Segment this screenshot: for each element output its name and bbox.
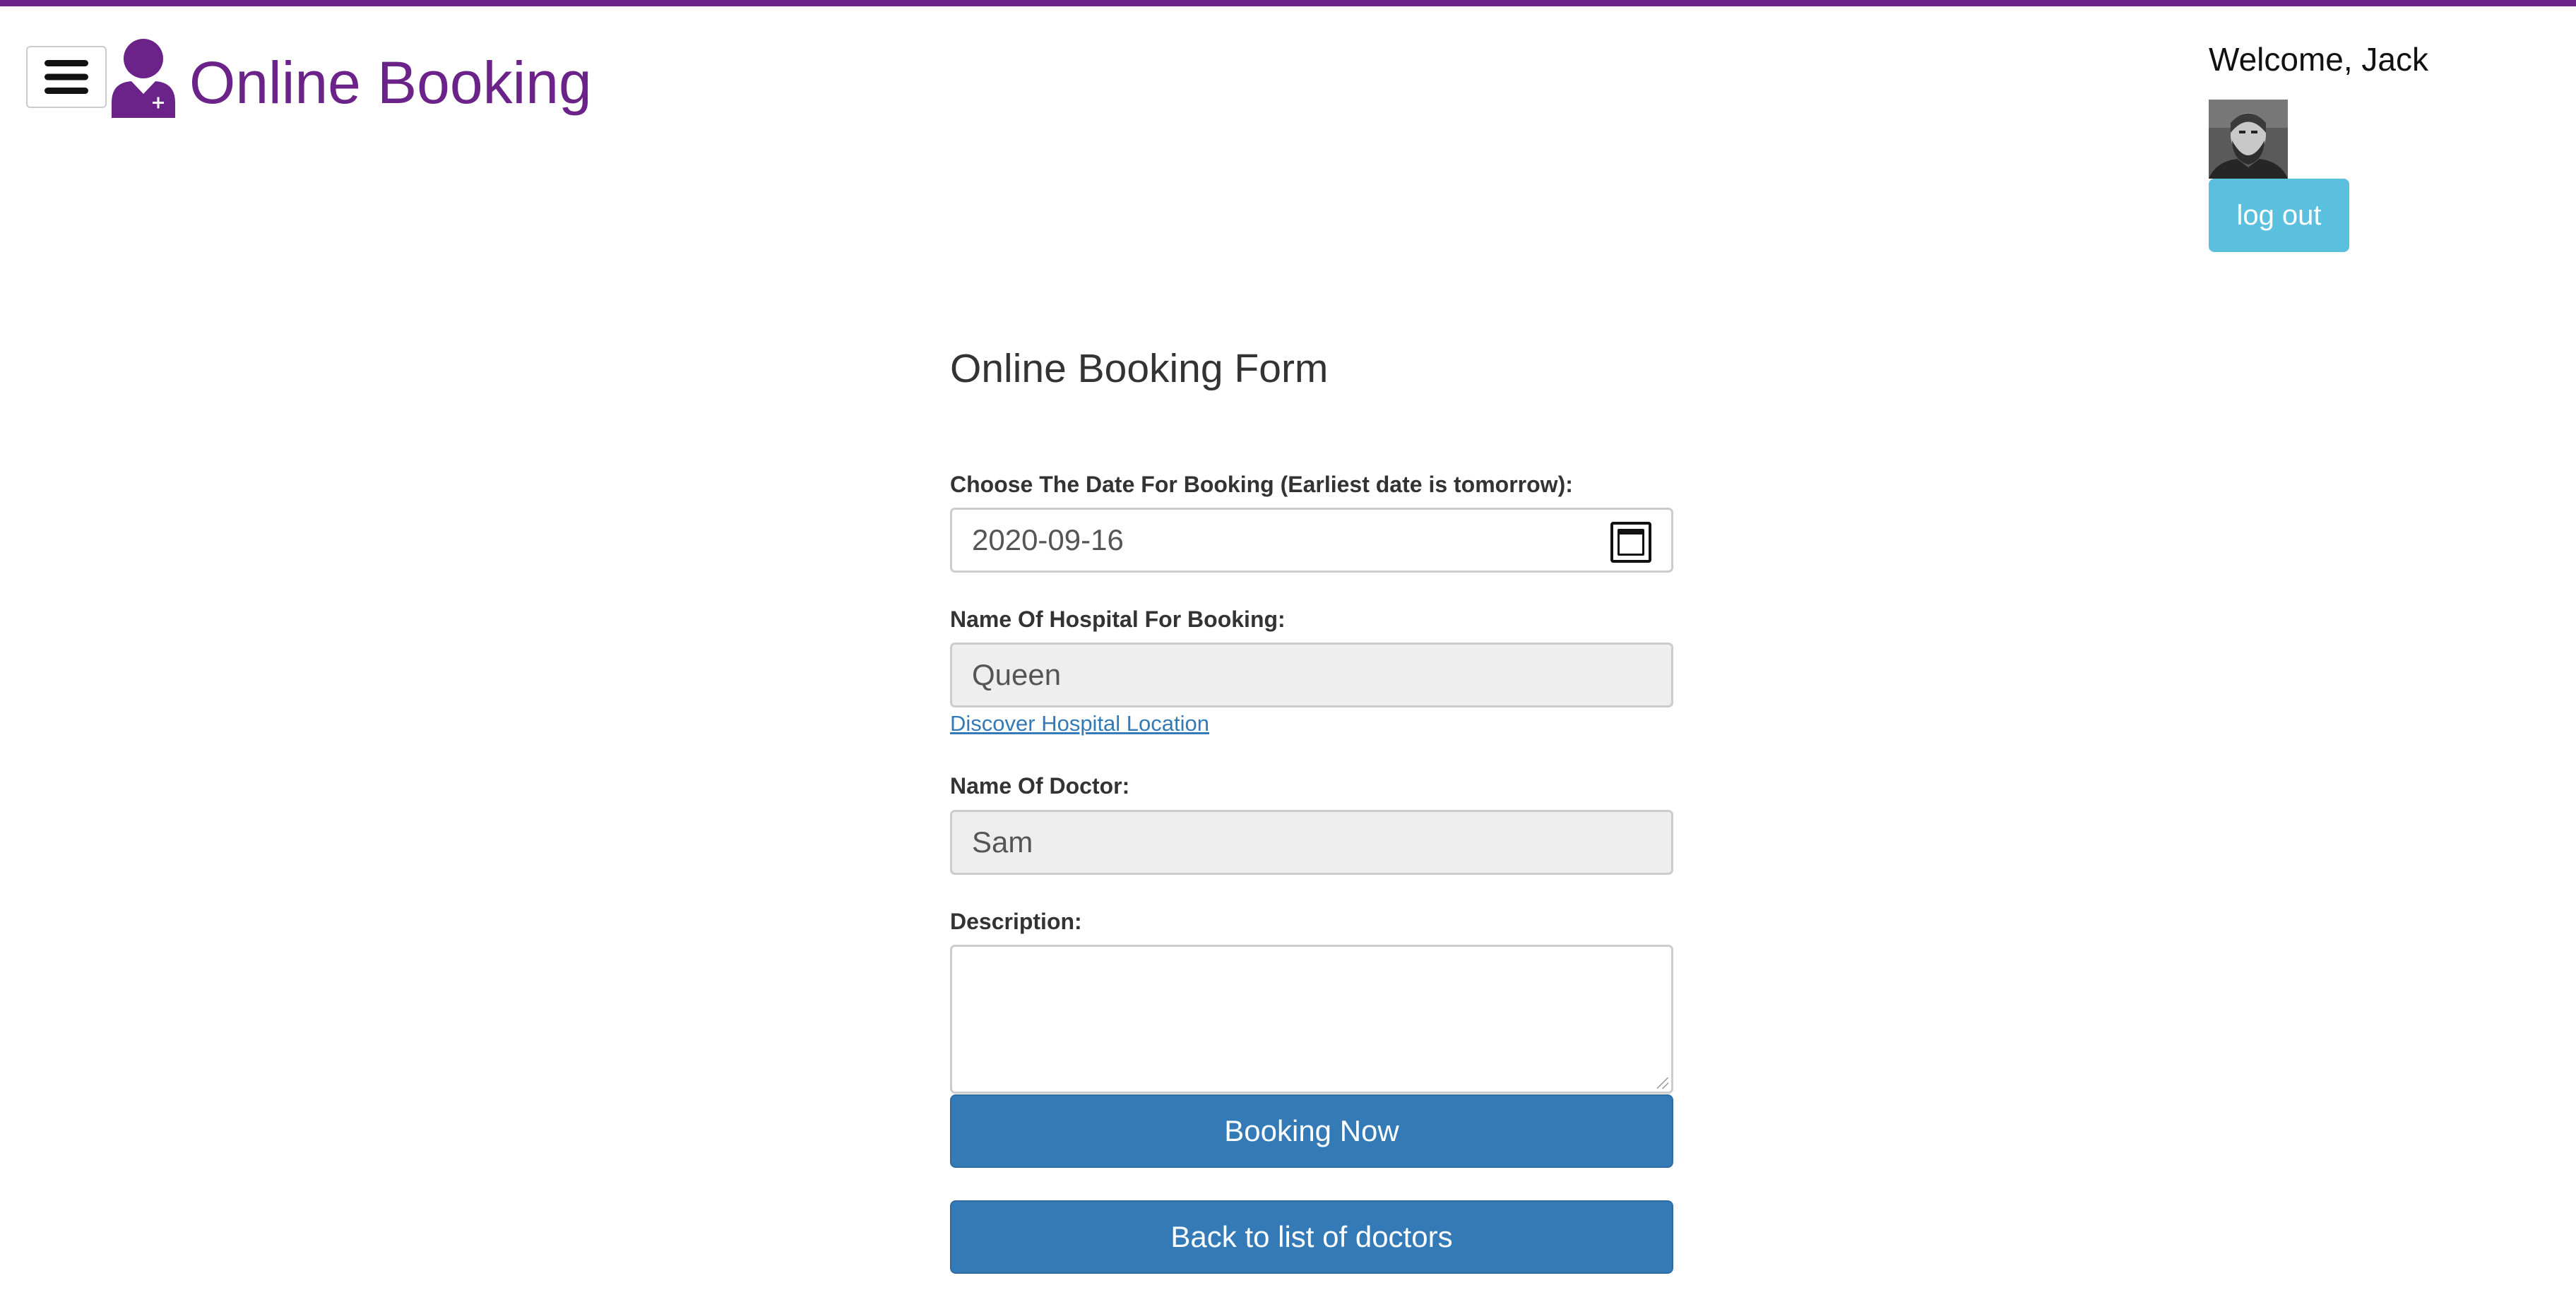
doctor-input[interactable]: Sam [950, 810, 1673, 875]
brand-title[interactable]: Online Booking [189, 44, 592, 121]
doctor-user-icon [112, 39, 175, 118]
date-label: Choose The Date For Booking (Earliest da… [950, 472, 1573, 497]
menu-toggle-button[interactable] [26, 46, 107, 108]
user-photo [2209, 100, 2288, 179]
resize-grip-icon[interactable] [1657, 1077, 1668, 1089]
top-accent-bar [0, 0, 2576, 6]
form-title: Online Booking Form [950, 346, 1329, 391]
doctor-value: Sam [972, 825, 1033, 859]
doctor-label: Name Of Doctor: [950, 773, 1130, 799]
back-to-doctors-button[interactable]: Back to list of doctors [950, 1200, 1673, 1274]
calendar-icon[interactable] [1610, 522, 1651, 563]
avatar [2209, 100, 2288, 179]
hospital-value: Queen [972, 658, 1062, 691]
hamburger-menu-icon [44, 60, 88, 94]
date-input[interactable]: 2020-09-16 [950, 508, 1673, 573]
hospital-label: Name Of Hospital For Booking: [950, 607, 1286, 632]
discover-hospital-link[interactable]: Discover Hospital Location [950, 710, 1209, 738]
description-label: Description: [950, 909, 1082, 934]
description-textarea[interactable] [950, 945, 1673, 1094]
date-value: 2020-09-16 [972, 523, 1124, 556]
hospital-input[interactable]: Queen [950, 643, 1673, 707]
booking-now-button[interactable]: Booking Now [950, 1094, 1673, 1168]
welcome-message: Welcome, Jack [2209, 41, 2429, 78]
logout-button[interactable]: log out [2209, 179, 2349, 252]
